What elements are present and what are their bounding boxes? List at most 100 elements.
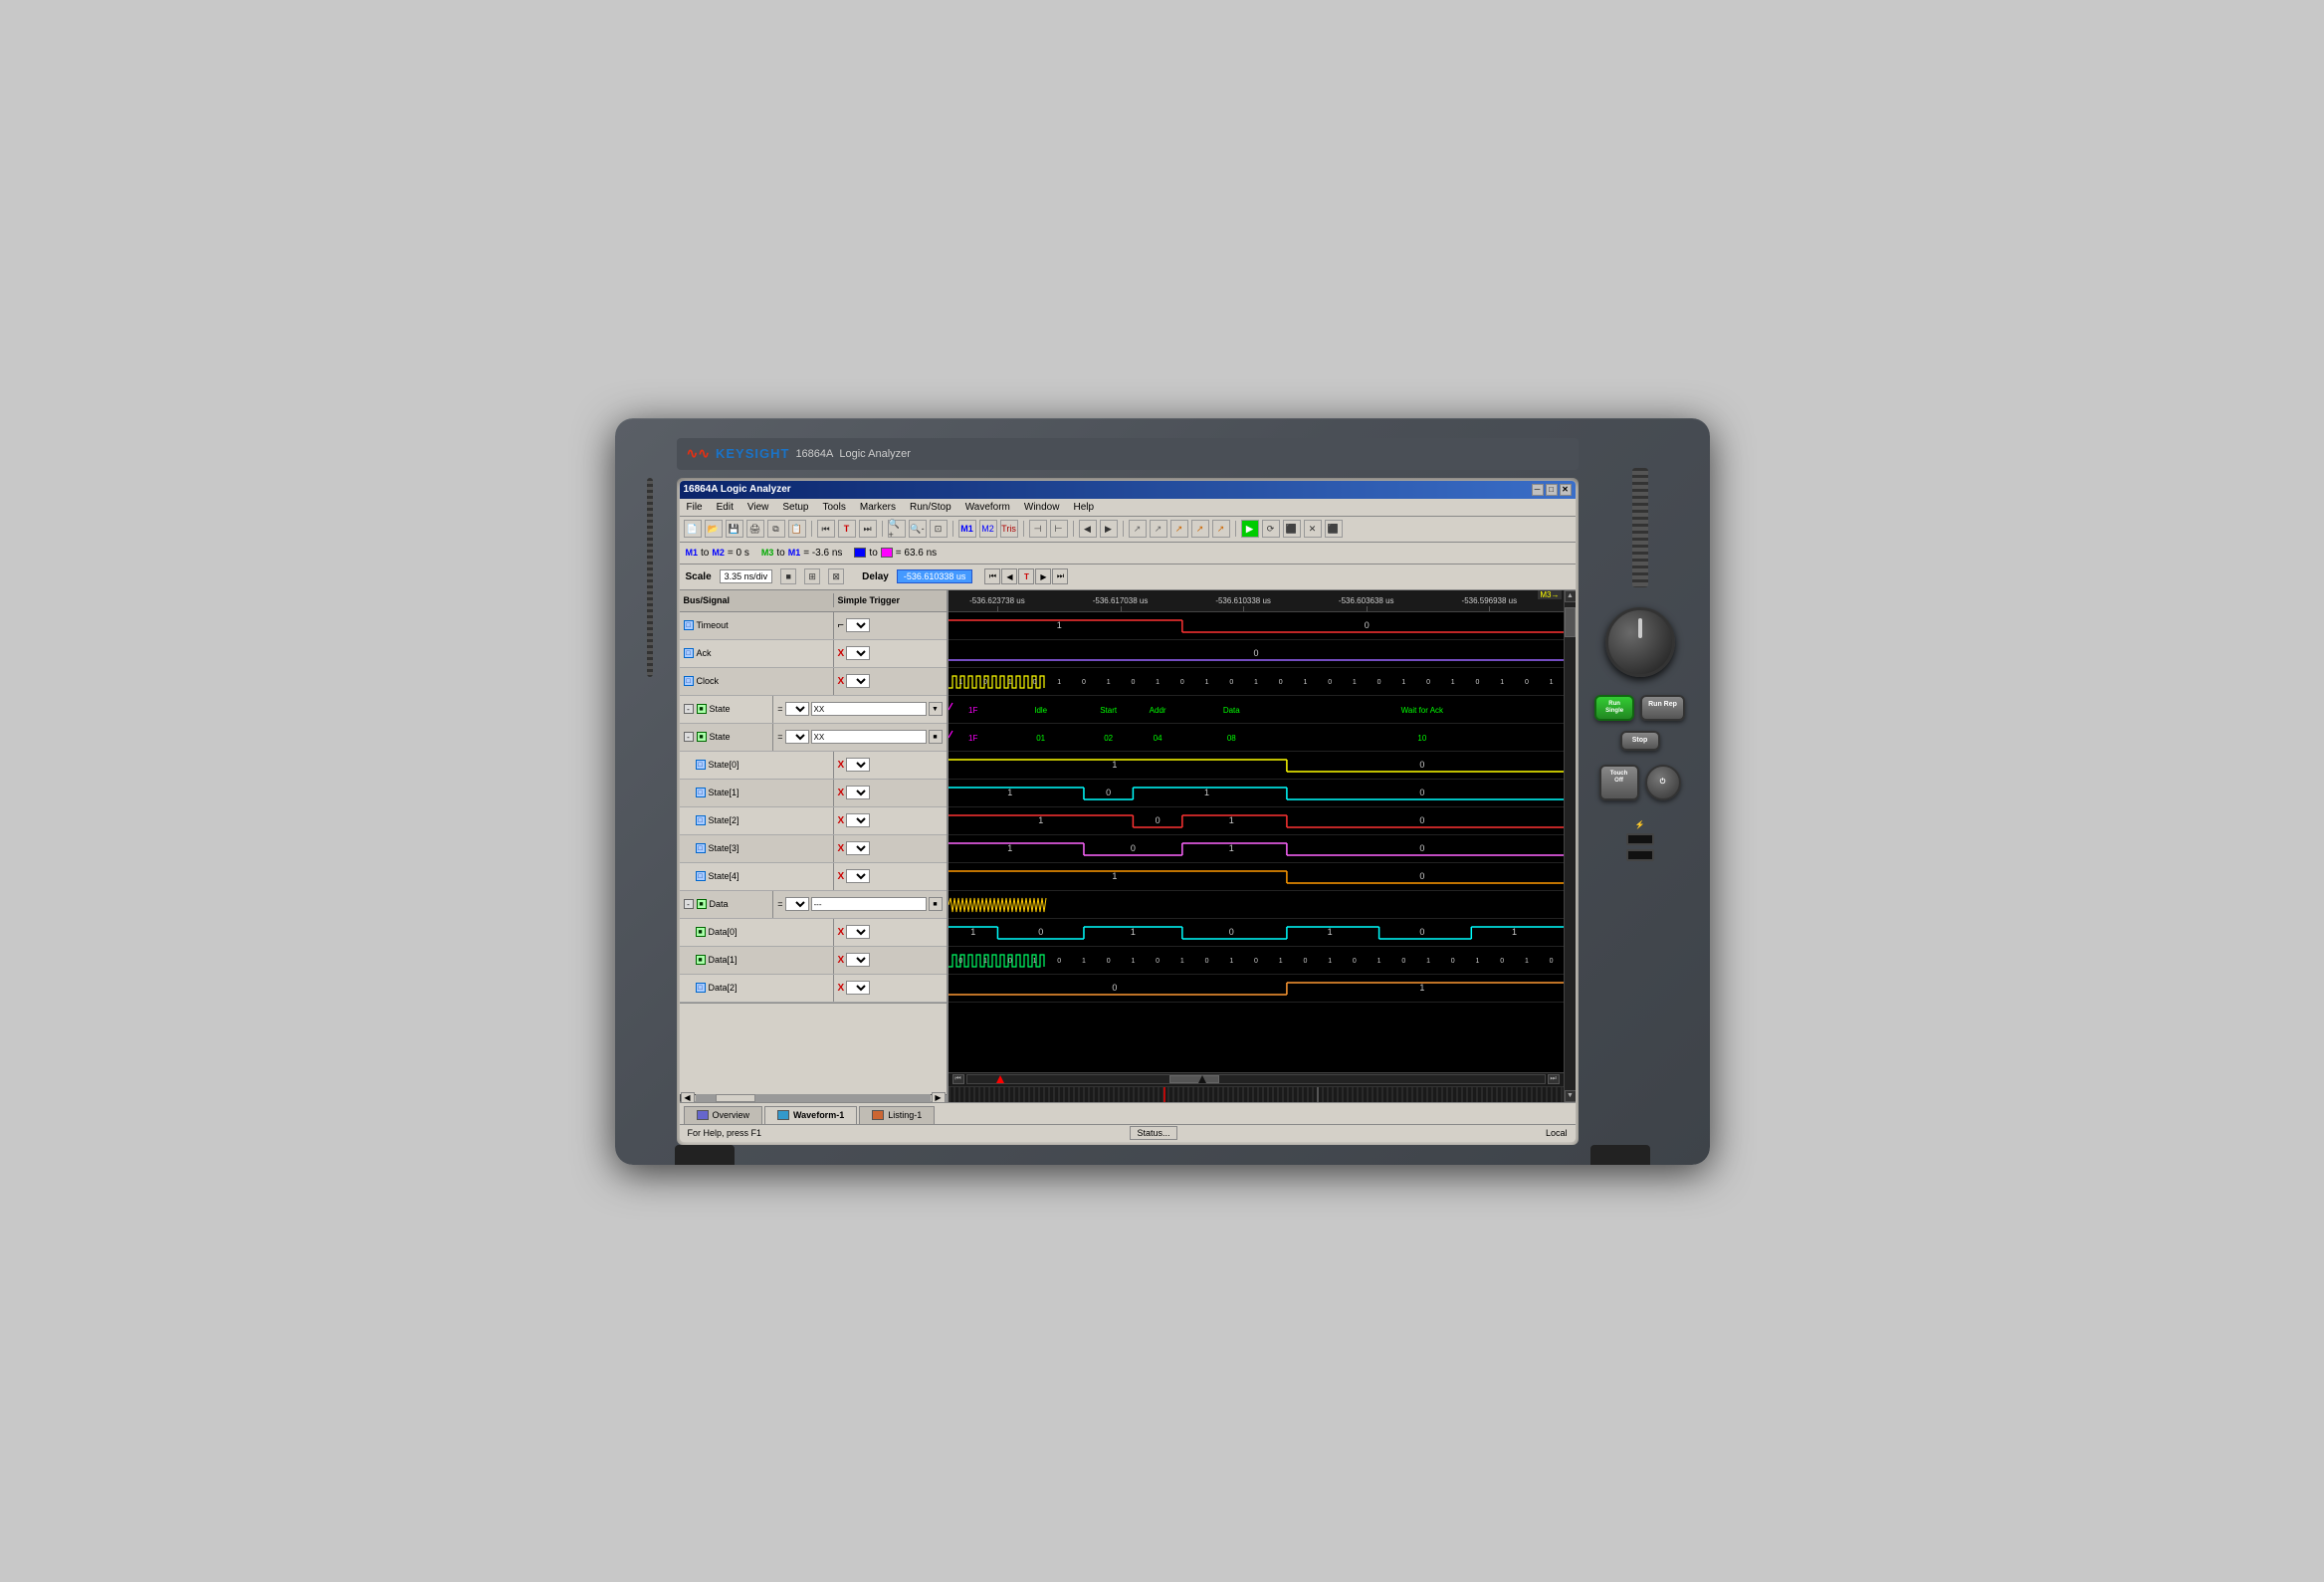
scroll-right-btn[interactable]: ▶: [932, 1092, 946, 1102]
tb-step1[interactable]: ⊣: [1029, 520, 1047, 538]
scroll-thumb[interactable]: [716, 1094, 755, 1102]
trigger-state4[interactable]: X: [834, 863, 947, 890]
wf-scroll-end[interactable]: ⏭: [1548, 1074, 1560, 1084]
trigger-state1-sel[interactable]: [785, 702, 809, 716]
scale-value[interactable]: 3.35 ns/div: [720, 569, 773, 583]
tab-waveform1[interactable]: Waveform-1: [764, 1106, 857, 1124]
tb-wf2[interactable]: ↗: [1150, 520, 1167, 538]
tb-stop2[interactable]: ✕: [1304, 520, 1322, 538]
trigger-state1-btn[interactable]: ▼: [929, 702, 943, 716]
wf-vscroll-up[interactable]: ▲: [1565, 590, 1576, 602]
trigger-data-sel[interactable]: [785, 897, 809, 911]
trigger-state1b[interactable]: X: [834, 780, 947, 806]
tb-print[interactable]: 🖨: [746, 520, 764, 538]
scale-fit-btn[interactable]: ⊠: [828, 568, 844, 584]
stop-button[interactable]: Stop: [1620, 731, 1660, 751]
nav-start[interactable]: ⏮: [984, 568, 1000, 584]
status-button[interactable]: Status...: [1130, 1126, 1176, 1140]
trigger-state0[interactable]: X: [834, 752, 947, 779]
trigger-state2-sel[interactable]: [785, 730, 809, 744]
trigger-data0-sel[interactable]: [846, 925, 870, 939]
nav-prev[interactable]: ◀: [1001, 568, 1017, 584]
tab-listing1[interactable]: Listing-1: [859, 1106, 935, 1124]
trigger-timeout-select[interactable]: [846, 618, 870, 632]
trigger-data0[interactable]: X: [834, 919, 947, 946]
tb-cont[interactable]: ⟳: [1262, 520, 1280, 538]
menu-edit[interactable]: Edit: [714, 501, 737, 514]
wf-vscroll-down[interactable]: ▼: [1565, 1090, 1576, 1102]
trigger-state2[interactable]: = ■: [773, 724, 946, 751]
trigger-state0-sel[interactable]: [846, 758, 870, 772]
menu-window[interactable]: Window: [1021, 501, 1063, 514]
delay-value[interactable]: -536.610338 us: [897, 569, 973, 583]
tb-rewind[interactable]: ⏮: [817, 520, 835, 538]
tb-paste[interactable]: 📋: [788, 520, 806, 538]
tb-zoom-in[interactable]: 🔍+: [888, 520, 906, 538]
touch-off-button[interactable]: Touch Off: [1599, 765, 1639, 800]
wf-scroll-start[interactable]: ⏮: [952, 1074, 964, 1084]
tb-marker2[interactable]: M2: [979, 520, 997, 538]
scale-zoom-btn[interactable]: ⊞: [804, 568, 820, 584]
power-button[interactable]: ⏻: [1645, 765, 1681, 800]
tb-zoom-fit[interactable]: ⊡: [930, 520, 948, 538]
nav-next[interactable]: ▶: [1035, 568, 1051, 584]
trigger-state3-sel[interactable]: [846, 841, 870, 855]
menu-help[interactable]: Help: [1070, 501, 1097, 514]
state2-expand-icon[interactable]: -: [684, 732, 694, 742]
tb-forward[interactable]: ⏭: [859, 520, 877, 538]
trigger-state2b[interactable]: X: [834, 807, 947, 834]
minimize-button[interactable]: ─: [1532, 484, 1544, 496]
trigger-ack[interactable]: X: [834, 640, 947, 667]
tb-marker1[interactable]: M1: [958, 520, 976, 538]
trigger-state1b-sel[interactable]: [846, 786, 870, 799]
trigger-state2-val[interactable]: [811, 730, 927, 744]
menu-view[interactable]: View: [744, 501, 772, 514]
menu-markers[interactable]: Markers: [857, 501, 899, 514]
tb-zoom-out[interactable]: 🔍-: [909, 520, 927, 538]
trigger-ack-select[interactable]: [846, 646, 870, 660]
tb-stop1[interactable]: ⬛: [1283, 520, 1301, 538]
wf-vscroll-thumb[interactable]: [1565, 607, 1576, 637]
menu-file[interactable]: File: [684, 501, 706, 514]
scale-mode-btn[interactable]: ■: [780, 568, 796, 584]
trigger-state2b-sel[interactable]: [846, 813, 870, 827]
run-single-button[interactable]: Run Single: [1594, 695, 1634, 721]
tb-wf4[interactable]: ↗: [1191, 520, 1209, 538]
state1-expand-icon[interactable]: -: [684, 704, 694, 714]
trigger-data-btn[interactable]: ■: [929, 897, 943, 911]
nav-trigger[interactable]: T: [1018, 568, 1034, 584]
tb-wf1[interactable]: ↗: [1129, 520, 1147, 538]
trigger-data2[interactable]: X: [834, 975, 947, 1002]
menu-tools[interactable]: Tools: [820, 501, 849, 514]
tb-play2[interactable]: ▶: [1100, 520, 1118, 538]
tb-trigger[interactable]: T: [838, 520, 856, 538]
trigger-data[interactable]: = ■: [773, 891, 946, 918]
trigger-data-val[interactable]: [811, 897, 927, 911]
wf-scroll-thumb[interactable]: [1169, 1075, 1219, 1083]
menu-setup[interactable]: Setup: [779, 501, 811, 514]
tb-save[interactable]: 💾: [726, 520, 743, 538]
tb-tris[interactable]: Tris: [1000, 520, 1018, 538]
tb-run[interactable]: ▶: [1241, 520, 1259, 538]
tb-open[interactable]: 📂: [705, 520, 723, 538]
trigger-data1[interactable]: X: [834, 947, 947, 974]
data-expand-icon[interactable]: -: [684, 899, 694, 909]
h-scrollbar-signal[interactable]: ◀ ▶: [680, 1094, 947, 1102]
tb-step2[interactable]: ⊢: [1050, 520, 1068, 538]
trigger-state4-sel[interactable]: [846, 869, 870, 883]
trigger-timeout[interactable]: ⌐: [834, 612, 947, 639]
trigger-state2-btn[interactable]: ■: [929, 730, 943, 744]
scroll-left-btn[interactable]: ◀: [681, 1092, 695, 1102]
tb-copy[interactable]: ⧉: [767, 520, 785, 538]
trigger-clock[interactable]: X: [834, 668, 947, 695]
trigger-state3[interactable]: X: [834, 835, 947, 862]
tb-wf3[interactable]: ↗: [1170, 520, 1188, 538]
nav-end[interactable]: ⏭: [1052, 568, 1068, 584]
tb-stop3[interactable]: ⬛: [1325, 520, 1343, 538]
tb-play[interactable]: ◀: [1079, 520, 1097, 538]
rotary-knob[interactable]: [1605, 607, 1675, 677]
close-button[interactable]: ✕: [1560, 484, 1572, 496]
trigger-clock-select[interactable]: [846, 674, 870, 688]
trigger-state1[interactable]: = ▼: [773, 696, 946, 723]
trigger-data2-sel[interactable]: [846, 981, 870, 995]
